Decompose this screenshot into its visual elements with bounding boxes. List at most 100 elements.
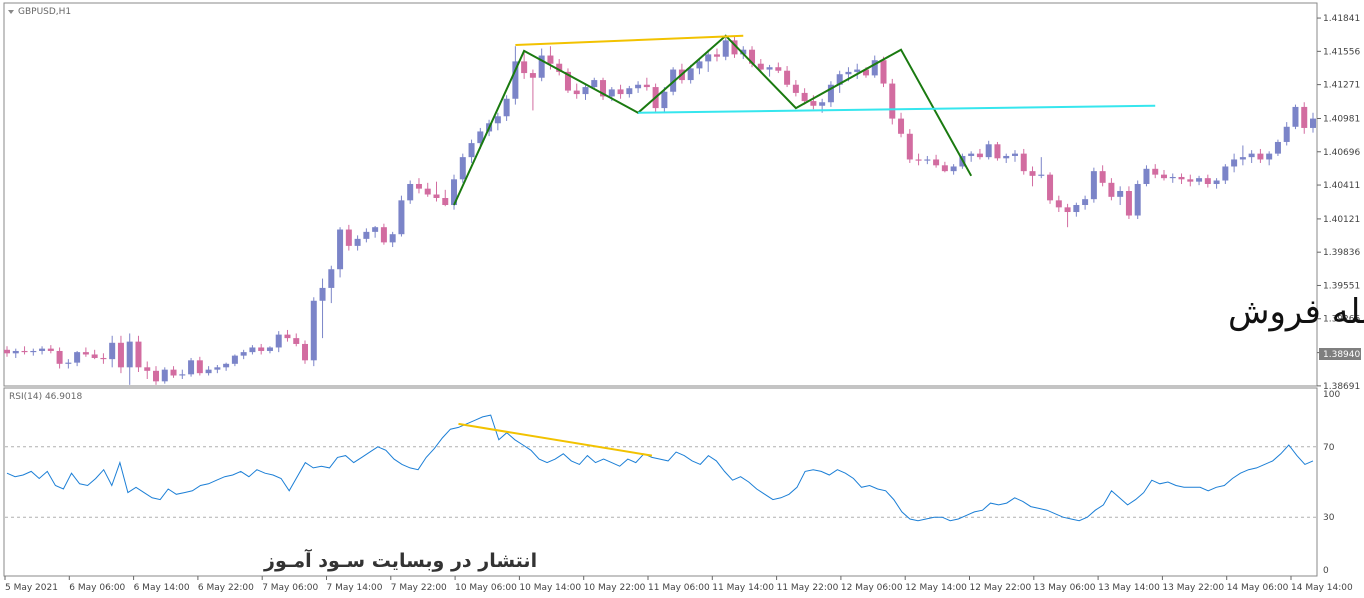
candle-body (380, 227, 387, 243)
candle-body (1047, 174, 1054, 201)
candle-body (713, 54, 720, 57)
time-tick-label: 11 May 14:00 (712, 583, 774, 593)
candle-body (976, 153, 983, 158)
chart-title: GBPUSD,H1 (18, 7, 71, 17)
candle-body (1187, 179, 1194, 182)
candle-body (941, 165, 948, 172)
candle-body (433, 194, 440, 199)
time-tick-label: 6 May 06:00 (69, 583, 125, 593)
candle-body (1125, 190, 1132, 216)
candle-body (889, 83, 896, 119)
time-tick-label: 11 May 22:00 (777, 583, 839, 593)
current-price-label: 1.38940 (1323, 350, 1360, 360)
candle-body (924, 159, 931, 161)
time-tick-label: 11 May 06:00 (648, 583, 710, 593)
candle-body (1152, 168, 1159, 175)
time-axis: 5 May 2021 6 May 06:00 6 May 14:00 6 May 22… (4, 576, 1353, 593)
candle-body (1160, 174, 1167, 179)
rsi-panel (3, 387, 1318, 577)
time-tick-label: 10 May 14:00 (519, 583, 581, 593)
candle-body (468, 143, 475, 158)
candle-body (196, 360, 203, 374)
candle-body (214, 367, 221, 370)
candle-body (880, 60, 887, 84)
candle-body (1239, 157, 1246, 160)
candle-body (12, 350, 19, 354)
candle-body (792, 84, 799, 93)
rsi-tick-label: 100 (1323, 390, 1340, 400)
price-tick-label: 1.40121 (1323, 215, 1360, 225)
candle-body (582, 87, 589, 95)
time-tick-label: 13 May 14:00 (1098, 583, 1160, 593)
time-tick-label: 6 May 22:00 (198, 583, 254, 593)
candle-body (801, 92, 808, 102)
candle-body (1099, 171, 1106, 183)
candle-body (91, 354, 98, 358)
candle-body (635, 84, 642, 89)
time-tick-label: 5 May 2021 (5, 583, 58, 593)
candle-body (337, 229, 344, 270)
candle-body (56, 350, 63, 364)
candle-body (1274, 141, 1281, 154)
candle-body (1248, 153, 1255, 158)
candle-body (810, 101, 817, 106)
candle-body (258, 347, 265, 351)
candle-body (906, 133, 913, 160)
candle-body (494, 116, 501, 124)
candle-body (117, 342, 124, 368)
candle-body (30, 350, 37, 353)
candle-body (161, 369, 168, 382)
candle-body (1090, 171, 1097, 200)
candle-body (424, 188, 431, 195)
candle-body (188, 360, 195, 375)
candle-body (1029, 171, 1036, 176)
candle-body (372, 227, 379, 232)
price-tick-label: 1.41556 (1323, 47, 1360, 57)
candle-body (1301, 106, 1308, 128)
time-tick-label: 12 May 14:00 (905, 583, 967, 593)
candle-body (126, 341, 133, 368)
time-tick-label: 13 May 06:00 (1034, 583, 1096, 593)
candle-body (1310, 118, 1316, 128)
candle-body (345, 229, 352, 246)
price-tick-label: 1.40696 (1323, 148, 1360, 158)
candle-body (968, 153, 975, 156)
candle-body (643, 84, 650, 88)
time-tick-label: 14 May 06:00 (1227, 583, 1289, 593)
candle-body (135, 341, 142, 368)
candle-body (1117, 190, 1124, 197)
candle-body (319, 287, 326, 301)
price-tick-label: 1.41271 (1323, 81, 1360, 91)
chart-canvas: 1.41841 1.41556 1.41271 1.40981 1.40696 1.404… (3, 2, 1364, 593)
candle-body (1222, 166, 1229, 181)
candle-body (915, 159, 922, 161)
candle-body (626, 88, 633, 95)
candle-body (573, 90, 580, 95)
candle-body (223, 363, 230, 368)
candle-body (354, 238, 361, 246)
candle-body (687, 68, 694, 81)
candle-body (153, 370, 160, 382)
candle-body (100, 357, 107, 360)
candle-body (415, 183, 422, 189)
candle-body (4, 349, 10, 354)
candle-body (705, 54, 712, 62)
rsi-tick-label: 0 (1323, 566, 1329, 576)
candle-body (1178, 176, 1185, 180)
candle-body (1055, 200, 1062, 208)
candle-body (1073, 205, 1080, 213)
time-tick-label: 12 May 22:00 (970, 583, 1032, 593)
candle-body (1143, 168, 1150, 184)
candle-body (240, 352, 247, 356)
candle-body (231, 355, 238, 364)
candle-body (1266, 153, 1273, 160)
candle-body (722, 40, 729, 57)
candle-body (1204, 178, 1211, 184)
candle-body (766, 67, 773, 70)
sell-trade-caption: معامله فروش (1228, 292, 1364, 332)
candle-body (21, 350, 28, 353)
candle-body (1064, 207, 1071, 213)
candle-body (205, 369, 212, 374)
candle-body (293, 338, 300, 344)
candle-body (985, 144, 992, 158)
